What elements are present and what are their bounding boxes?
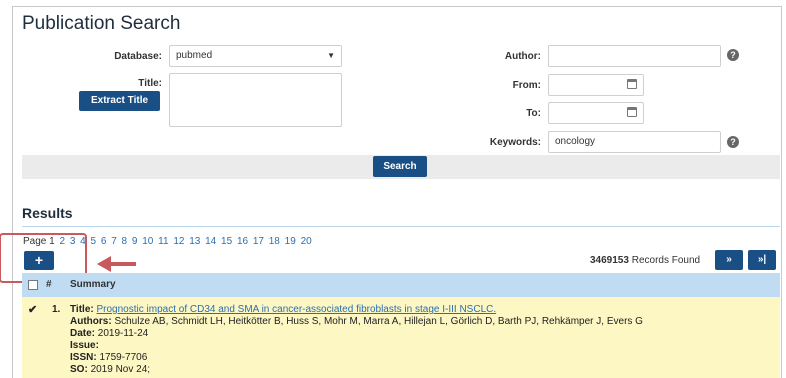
keywords-input[interactable]: oncology (548, 131, 721, 153)
from-label: From: (512, 80, 541, 91)
page-link[interactable]: 6 (101, 236, 107, 247)
calendar-icon[interactable] (627, 107, 637, 117)
page-link[interactable]: 20 (301, 236, 312, 247)
to-date-input[interactable] (548, 102, 644, 124)
title-label: Title: (138, 78, 162, 89)
page-link[interactable]: 10 (142, 236, 153, 247)
help-icon[interactable]: ? (727, 49, 739, 61)
records-found: 3469153 Records Found (590, 255, 700, 266)
records-count: 3469153 (590, 255, 629, 266)
so-field-label: SO: (70, 364, 88, 375)
page-link[interactable]: 12 (173, 236, 184, 247)
page-link[interactable]: 14 (205, 236, 216, 247)
so-value: 2019 Nov 24; (90, 364, 151, 375)
arrow-left-icon (97, 256, 111, 272)
page-link[interactable]: 16 (237, 236, 248, 247)
row-issue-line: Issue: (70, 340, 99, 351)
select-all-checkbox[interactable] (28, 280, 38, 290)
records-label: Records Found (631, 255, 701, 266)
page-link[interactable]: 5 (91, 236, 97, 247)
page-link[interactable]: 17 (253, 236, 264, 247)
page-link[interactable]: 11 (158, 236, 168, 247)
author-input[interactable] (548, 45, 721, 67)
last-page-button[interactable]: »| (748, 250, 776, 270)
page-link[interactable]: 8 (122, 236, 128, 247)
chevron-down-icon: ▼ (327, 51, 335, 60)
row-issn-line: ISSN: 1759-7706 (70, 352, 147, 363)
keywords-label: Keywords: (489, 137, 541, 148)
results-heading: Results (22, 205, 73, 221)
issn-field-label: ISSN: (70, 352, 97, 363)
page-link[interactable]: 19 (285, 236, 296, 247)
from-date-input[interactable] (548, 74, 644, 96)
extract-title-button[interactable]: Extract Title (79, 91, 160, 111)
search-button[interactable]: Search (373, 156, 427, 177)
next-page-button[interactable]: » (715, 250, 743, 270)
arrow-shaft (110, 262, 136, 266)
authors-field-label: Authors: (70, 316, 112, 327)
date-value: 2019-11-24 (97, 328, 149, 339)
issn-value: 1759-7706 (99, 352, 148, 363)
row-checkbox[interactable]: ✔ (28, 305, 38, 316)
help-icon[interactable]: ? (727, 136, 739, 148)
calendar-icon[interactable] (627, 79, 637, 89)
to-label: To: (526, 108, 541, 119)
column-summary: Summary (70, 279, 116, 290)
database-label: Database: (114, 51, 162, 62)
row-so-line: SO: 2019 Nov 24; (70, 364, 150, 375)
author-label: Author: (504, 51, 541, 62)
column-number: # (46, 279, 52, 290)
page-link[interactable]: 18 (269, 236, 280, 247)
page-link[interactable]: 13 (189, 236, 200, 247)
row-date-line: Date: 2019-11-24 (70, 328, 148, 339)
row-authors-line: Authors: Schulze AB, Schmidt LH, Heitköt… (70, 316, 643, 327)
row-number: 1. (52, 304, 61, 315)
database-select[interactable]: pubmed ▼ (169, 45, 342, 67)
page-title: Publication Search (22, 13, 181, 34)
title-field-label: Title: (70, 304, 94, 315)
results-divider (22, 226, 780, 227)
row-title-line: Title: Prognostic impact of CD34 and SMA… (70, 304, 496, 315)
issue-field-label: Issue: (70, 340, 99, 351)
article-title-link[interactable]: Prognostic impact of CD34 and SMA in can… (97, 304, 497, 315)
table-header: # Summary (22, 273, 780, 297)
title-textarea[interactable] (169, 73, 342, 127)
database-value: pubmed (176, 50, 213, 61)
page-link[interactable]: 7 (111, 236, 117, 247)
authors-value: Schulze AB, Schmidt LH, Heitkötter B, Hu… (114, 316, 643, 327)
page-link[interactable]: 15 (221, 236, 232, 247)
date-field-label: Date: (70, 328, 96, 339)
page-link[interactable]: 9 (132, 236, 138, 247)
table-row: ✔ 1. Title: Prognostic impact of CD34 an… (22, 297, 780, 378)
